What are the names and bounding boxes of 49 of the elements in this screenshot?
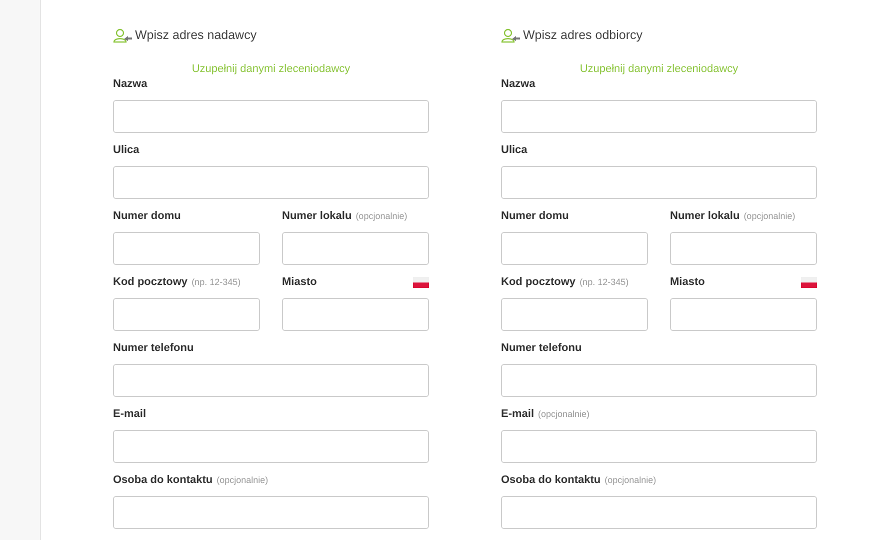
field-label: Ulica <box>113 144 140 156</box>
text-field[interactable] <box>501 166 817 199</box>
field-label: Numer lokalu <box>282 210 352 222</box>
field-label: Miasto <box>670 276 705 288</box>
text-field[interactable] <box>501 496 817 529</box>
field-hint: (np. 12-345) <box>192 277 241 287</box>
section-title: Wpisz adres odbiorcy <box>523 28 642 42</box>
text-field[interactable] <box>113 166 429 199</box>
field-label: Numer domu <box>501 210 569 222</box>
field-hint: (opcjonalnie) <box>744 211 796 221</box>
field-label: E-mail <box>501 408 534 420</box>
field-label: Osoba do kontaktu <box>501 474 601 486</box>
field-label: Kod pocztowy <box>113 276 188 288</box>
field-label: Numer domu <box>113 210 181 222</box>
fill-link[interactable]: Uzupełnij danymi zleceniodawcy <box>192 62 350 76</box>
field-label: Numer telefonu <box>501 342 582 354</box>
text-field[interactable] <box>670 298 817 331</box>
text-field[interactable] <box>113 364 429 397</box>
field-label: Ulica <box>501 144 528 156</box>
text-field[interactable] <box>501 100 817 133</box>
field-label: Kod pocztowy <box>501 276 576 288</box>
text-field[interactable] <box>113 496 429 529</box>
text-field[interactable] <box>282 232 429 265</box>
text-field[interactable] <box>670 232 817 265</box>
section-title: Wpisz adres nadawcy <box>135 28 257 42</box>
text-field[interactable] <box>113 100 429 133</box>
fill-link[interactable]: Uzupełnij danymi zleceniodawcy <box>580 62 738 76</box>
field-label: Miasto <box>282 276 317 288</box>
text-field[interactable] <box>282 298 429 331</box>
user-arrow-icon <box>501 28 521 42</box>
field-hint: (opcjonalnie) <box>216 475 268 485</box>
text-field[interactable] <box>113 430 429 463</box>
field-label: Numer telefonu <box>113 342 194 354</box>
text-field[interactable] <box>113 298 260 331</box>
field-hint: (np. 12-345) <box>580 277 629 287</box>
text-field[interactable] <box>501 298 648 331</box>
field-label: E-mail <box>113 408 146 420</box>
field-hint: (opcjonalnie) <box>604 475 656 485</box>
field-hint: (opcjonalnie) <box>356 211 408 221</box>
text-field[interactable] <box>501 232 648 265</box>
field-label: Nazwa <box>113 78 148 90</box>
field-label: Numer lokalu <box>670 210 740 222</box>
field-hint: (opcjonalnie) <box>538 409 590 419</box>
text-field[interactable] <box>501 430 817 463</box>
field-label: Nazwa <box>501 78 536 90</box>
text-field[interactable] <box>113 232 260 265</box>
user-arrow-icon <box>113 28 133 42</box>
field-label: Osoba do kontaktu <box>113 474 213 486</box>
text-field[interactable] <box>501 364 817 397</box>
